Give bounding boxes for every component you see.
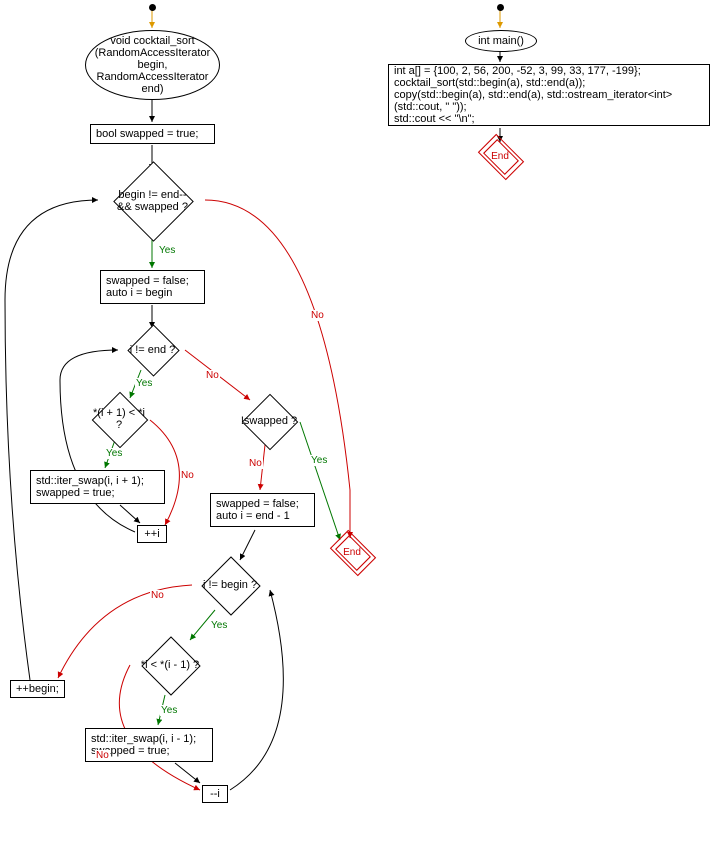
- end-right-text: End: [491, 151, 509, 162]
- cond-compare-forward: *(i + 1) < *i ?: [100, 400, 138, 438]
- stmt-reset-forward: swapped = false; auto i = begin: [100, 270, 205, 304]
- start-dot-left: [149, 4, 156, 11]
- label-no-1: No: [310, 310, 325, 321]
- label-no-4: No: [248, 458, 263, 469]
- end-node-left: End: [335, 540, 369, 564]
- label-no-5: No: [150, 590, 165, 601]
- start-dot-right: [497, 4, 504, 11]
- label-yes-6: Yes: [160, 705, 178, 716]
- main-body-text: int a[] = {100, 2, 56, 200, -52, 3, 99, …: [394, 65, 704, 125]
- swap-forward-text: std::iter_swap(i, i + 1); swapped = true…: [36, 475, 159, 499]
- reset-forward-text: swapped = false; auto i = begin: [106, 275, 199, 299]
- end-left-text: End: [343, 547, 361, 558]
- cond-compare-backward: *i < *(i - 1) ?: [150, 645, 190, 685]
- start-node-label: void cocktail_sort (RandomAccessIterator…: [90, 35, 215, 95]
- cond-i-ne-end: i != end ?: [135, 332, 170, 367]
- start-node-cocktail-sort: void cocktail_sort (RandomAccessIterator…: [85, 30, 220, 100]
- cond-compare-backward-text: *i < *(i - 1) ?: [141, 659, 199, 671]
- label-yes-4: Yes: [310, 455, 328, 466]
- inc-begin-text: ++begin;: [16, 683, 59, 695]
- stmt-inc-i: ++i: [137, 525, 167, 543]
- label-yes-3: Yes: [105, 448, 123, 459]
- label-no-6: No: [95, 750, 110, 761]
- end-node-right: End: [483, 144, 517, 168]
- inc-i-text: ++i: [144, 528, 159, 540]
- stmt-dec-i: --i: [202, 785, 228, 803]
- label-yes-2: Yes: [135, 378, 153, 389]
- cond-i-ne-end-text: i != end ?: [130, 344, 176, 356]
- dec-i-text: --i: [210, 788, 220, 800]
- stmt-main-body: int a[] = {100, 2, 56, 200, -52, 3, 99, …: [388, 64, 710, 126]
- label-yes-5: Yes: [210, 620, 228, 631]
- start-node-main-label: int main(): [478, 35, 524, 47]
- cond-not-swapped-text: !swapped ?: [241, 415, 297, 427]
- start-node-main: int main(): [465, 30, 537, 52]
- cond-main-loop-text: begin != end-- && swapped ?: [111, 189, 194, 213]
- label-yes-1: Yes: [158, 245, 176, 256]
- stmt-reset-backward: swapped = false; auto i = end - 1: [210, 493, 315, 527]
- cond-main-loop: begin != end-- && swapped ?: [125, 173, 180, 228]
- stmt-inc-begin: ++begin;: [10, 680, 65, 698]
- swapped-true-text: bool swapped = true;: [96, 128, 198, 140]
- stmt-swap-forward: std::iter_swap(i, i + 1); swapped = true…: [30, 470, 165, 504]
- cond-not-swapped: !swapped ?: [250, 402, 288, 440]
- cond-i-ne-begin: i != begin ?: [210, 565, 250, 605]
- stmt-swapped-true: bool swapped = true;: [90, 124, 215, 144]
- label-no-2: No: [205, 370, 220, 381]
- reset-backward-text: swapped = false; auto i = end - 1: [216, 498, 309, 522]
- cond-i-ne-begin-text: i != begin ?: [203, 579, 257, 591]
- cond-compare-forward-text: *(i + 1) < *i ?: [91, 407, 148, 431]
- label-no-3: No: [180, 470, 195, 481]
